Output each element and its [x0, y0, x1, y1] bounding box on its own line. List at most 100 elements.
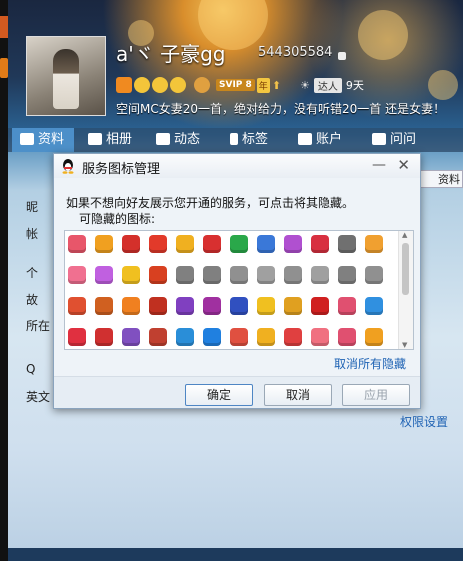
tab-feed[interactable]: 动态: [156, 128, 200, 152]
penguin-vip-icon[interactable]: [194, 77, 210, 93]
service-icon[interactable]: [203, 297, 221, 315]
scrollbar-thumb[interactable]: [402, 243, 409, 295]
service-icon[interactable]: [68, 266, 86, 284]
service-icon[interactable]: [365, 297, 383, 315]
unhide-all-link[interactable]: 取消所有隐藏: [334, 355, 406, 372]
service-icon[interactable]: [257, 328, 275, 346]
question-icon: [372, 133, 386, 145]
service-icon[interactable]: [284, 266, 302, 284]
service-icon[interactable]: [365, 266, 383, 284]
service-icon[interactable]: [311, 328, 329, 346]
badge-row: SVIP 8 年 ⬆: [116, 76, 281, 94]
wallet-icon: [298, 133, 312, 145]
service-icon[interactable]: [149, 235, 167, 253]
svip-badge[interactable]: SVIP 8: [216, 79, 255, 91]
service-icon[interactable]: [230, 328, 248, 346]
scroll-down-icon[interactable]: ▼: [402, 341, 407, 349]
service-icon[interactable]: [284, 235, 302, 253]
app-icon[interactable]: [0, 16, 8, 38]
label-story: 故: [26, 293, 39, 307]
service-icon[interactable]: [338, 235, 356, 253]
app-icon[interactable]: [0, 58, 8, 78]
service-icon-list[interactable]: ▲ ▼: [64, 230, 414, 350]
service-icon[interactable]: [230, 297, 248, 315]
dialog-titlebar[interactable]: 服务图标管理 — ✕: [54, 154, 420, 178]
house-icon[interactable]: [116, 77, 132, 93]
service-icon[interactable]: [149, 297, 167, 315]
service-icon[interactable]: [284, 297, 302, 315]
service-icon[interactable]: [95, 328, 113, 346]
service-icon[interactable]: [311, 235, 329, 253]
service-icon[interactable]: [176, 235, 194, 253]
cancel-button[interactable]: 取消: [264, 384, 332, 406]
tab-question[interactable]: 问问: [372, 128, 416, 152]
scroll-up-icon[interactable]: ▲: [402, 231, 407, 239]
qq-number: 544305584: [258, 45, 333, 60]
moon-icon[interactable]: [134, 77, 150, 93]
service-icon[interactable]: [338, 297, 356, 315]
moon-icon[interactable]: [152, 77, 168, 93]
daren-icon: ☀: [300, 78, 310, 92]
label-q: Q: [26, 362, 36, 376]
feed-icon: [156, 133, 170, 145]
service-icon[interactable]: [257, 266, 275, 284]
close-icon[interactable]: ✕: [397, 156, 410, 174]
bottom-bar: [8, 548, 463, 561]
profile-card-icon: [20, 133, 34, 145]
edit-icon[interactable]: [338, 52, 346, 60]
service-icon[interactable]: [95, 297, 113, 315]
label-location: 所在: [26, 319, 51, 333]
permission-settings-link[interactable]: 权限设置: [400, 413, 448, 430]
service-icon[interactable]: [284, 328, 302, 346]
service-icon[interactable]: [95, 235, 113, 253]
service-icon[interactable]: [338, 266, 356, 284]
service-icon[interactable]: [365, 235, 383, 253]
service-icon[interactable]: [338, 328, 356, 346]
service-icon[interactable]: [365, 328, 383, 346]
service-icon[interactable]: [122, 266, 140, 284]
service-icon[interactable]: [68, 297, 86, 315]
service-icon[interactable]: [149, 266, 167, 284]
year-badge[interactable]: 年: [256, 77, 270, 93]
service-icon[interactable]: [203, 235, 221, 253]
signature[interactable]: 空间MC女妻20一首，绝对给力，没有听错20一首 还是女妻！: [116, 100, 445, 117]
daren-days: 9天: [345, 79, 364, 92]
service-icon[interactable]: [257, 297, 275, 315]
minimize-icon[interactable]: —: [372, 157, 386, 173]
avatar[interactable]: [26, 36, 106, 116]
moon-icon[interactable]: [170, 77, 186, 93]
dialog-title: 服务图标管理: [82, 162, 161, 177]
service-icon[interactable]: [149, 328, 167, 346]
service-icon[interactable]: [230, 266, 248, 284]
service-icon[interactable]: [203, 328, 221, 346]
service-icon[interactable]: [311, 297, 329, 315]
left-strip: [0, 0, 8, 561]
service-icon[interactable]: [176, 328, 194, 346]
daren-info: ☀ 达人 9天: [300, 77, 364, 93]
tab-album[interactable]: 相册: [88, 128, 132, 152]
service-icon[interactable]: [176, 297, 194, 315]
service-icon[interactable]: [203, 266, 221, 284]
service-icon[interactable]: [68, 235, 86, 253]
tab-tags[interactable]: 标签: [230, 128, 268, 152]
edit-profile-button[interactable]: 资料: [418, 170, 463, 188]
apply-button[interactable]: 应用: [342, 384, 410, 406]
label-english: 英文: [26, 390, 51, 404]
service-icon[interactable]: [122, 328, 140, 346]
service-icon[interactable]: [122, 297, 140, 315]
tab-account[interactable]: 账户: [298, 128, 342, 152]
tab-profile[interactable]: 资料: [12, 128, 75, 152]
arrow-up-icon: ⬆: [271, 78, 282, 92]
service-icon[interactable]: [311, 266, 329, 284]
service-icon[interactable]: [230, 235, 248, 253]
dialog-description: 如果不想向好友展示您开通的服务，可点击将其隐藏。: [66, 196, 355, 210]
service-icon[interactable]: [176, 266, 194, 284]
service-icon[interactable]: [257, 235, 275, 253]
scrollbar[interactable]: ▲ ▼: [398, 231, 413, 349]
service-icon[interactable]: [68, 328, 86, 346]
service-icon[interactable]: [122, 235, 140, 253]
hidable-icons-label: 可隐藏的图标:: [79, 212, 156, 226]
service-icon[interactable]: [95, 266, 113, 284]
ok-button[interactable]: 确定: [185, 384, 253, 406]
daren-label[interactable]: 达人: [313, 77, 342, 93]
